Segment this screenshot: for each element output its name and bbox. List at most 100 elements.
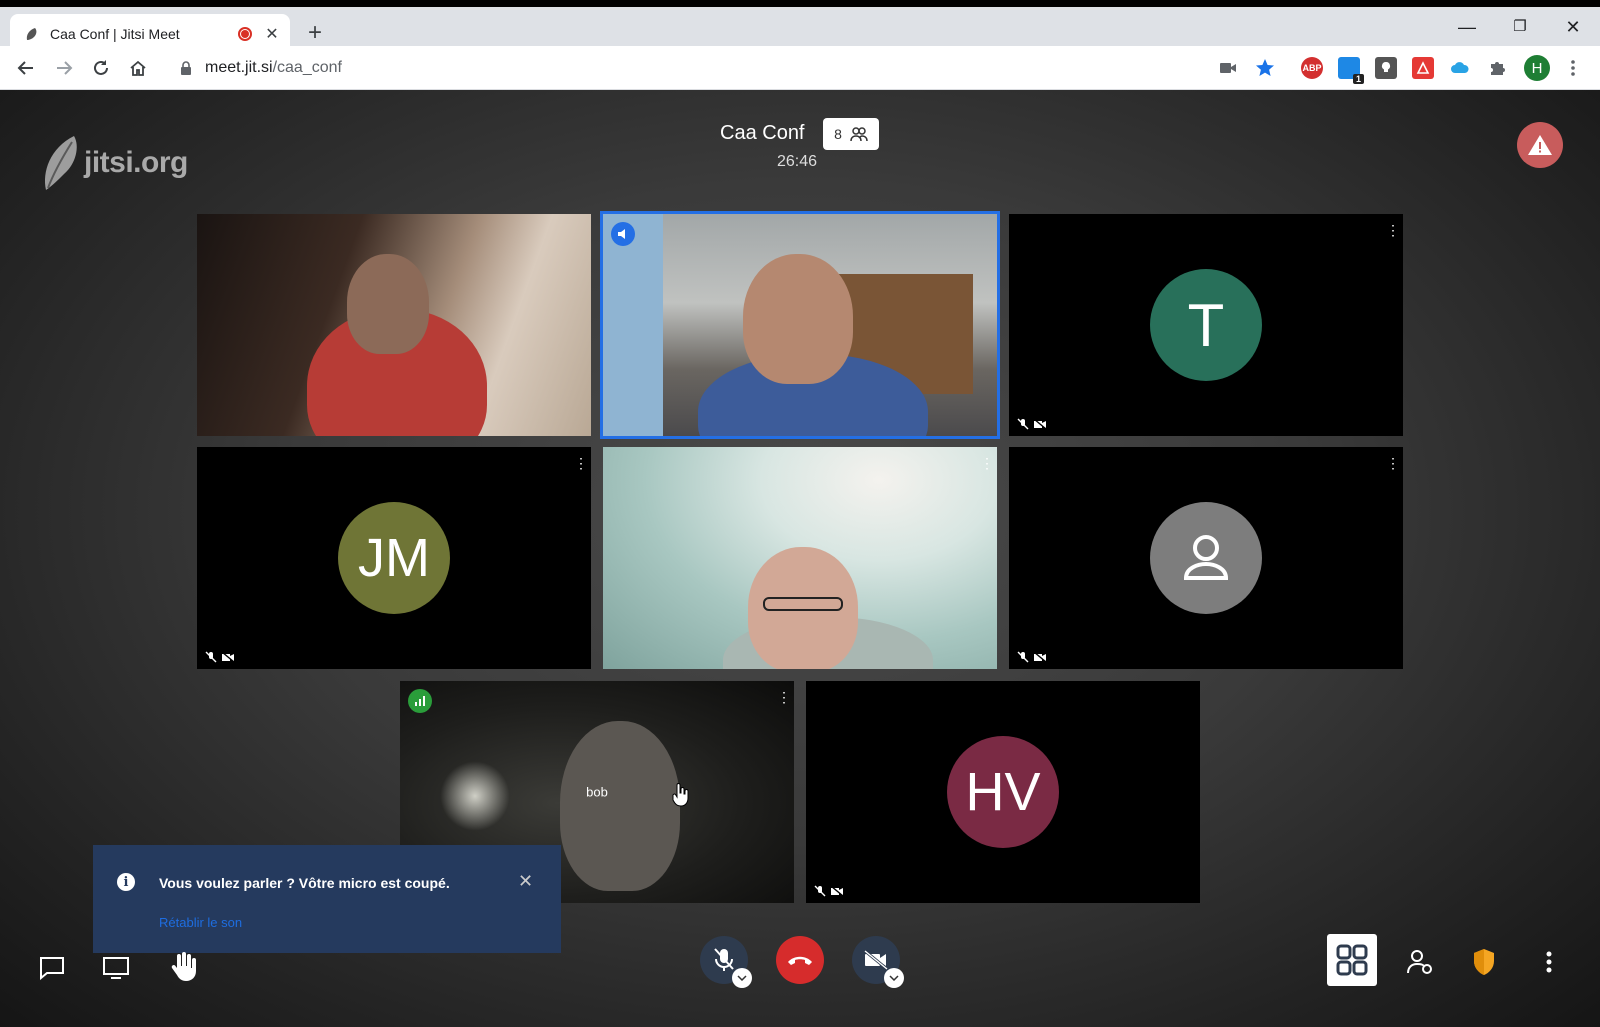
mic-muted-icon bbox=[814, 885, 826, 897]
hangup-button[interactable] bbox=[776, 936, 824, 984]
browser-titlebar: Caa Conf | Jitsi Meet ✕ + — ❐ ✕ bbox=[0, 0, 1600, 53]
raise-hand-icon bbox=[171, 952, 196, 981]
participant-tile-3[interactable]: T ⋮ bbox=[1009, 214, 1403, 436]
tile-menu-icon[interactable]: ⋮ bbox=[980, 455, 994, 472]
security-options-button[interactable] bbox=[1468, 946, 1500, 978]
tile-view-button[interactable] bbox=[1327, 934, 1377, 986]
tile-menu-icon[interactable]: ⋮ bbox=[777, 689, 791, 706]
security-warning-button[interactable] bbox=[1517, 122, 1563, 168]
lamp-glow bbox=[440, 761, 510, 831]
display-name[interactable]: bob bbox=[586, 785, 608, 800]
toggle-camera-button[interactable] bbox=[852, 936, 904, 988]
tab-title: Caa Conf | Jitsi Meet bbox=[50, 25, 180, 42]
camera-off-icon bbox=[1033, 651, 1047, 663]
participant-tile-5[interactable]: ⋮ bbox=[603, 447, 997, 669]
tile-menu-icon[interactable]: ⋮ bbox=[574, 455, 588, 472]
video-options-chevron-icon[interactable] bbox=[884, 968, 904, 988]
jitsi-favicon-icon bbox=[26, 27, 37, 40]
jitsi-logo[interactable]: jitsi.org bbox=[40, 132, 188, 194]
tile-menu-icon[interactable]: ⋮ bbox=[1386, 222, 1400, 239]
tile-status-icons bbox=[1017, 651, 1047, 663]
bookmark-star-icon[interactable] bbox=[1254, 57, 1276, 79]
minimize-window-button[interactable]: — bbox=[1452, 17, 1482, 38]
ghostery-extension-icon[interactable]: 1 bbox=[1338, 57, 1364, 84]
unmute-link[interactable]: Rétablir le son bbox=[159, 915, 242, 930]
home-icon bbox=[130, 60, 146, 76]
tile-status-icons bbox=[814, 885, 844, 897]
dominant-speaker-badge bbox=[611, 222, 635, 246]
add-person-icon bbox=[1407, 950, 1432, 974]
camera-off-icon bbox=[1033, 418, 1047, 430]
cloud-extension-icon[interactable] bbox=[1449, 57, 1471, 79]
participant-tile-4[interactable]: JM ⋮ bbox=[197, 447, 591, 669]
camera-off-icon bbox=[864, 950, 888, 970]
shield-icon bbox=[1474, 949, 1494, 975]
mic-muted-icon bbox=[1017, 418, 1029, 430]
extension-badge: 1 bbox=[1352, 74, 1364, 84]
profile-avatar[interactable]: H bbox=[1524, 55, 1550, 81]
audio-options-chevron-icon[interactable] bbox=[732, 968, 752, 988]
person-icon bbox=[1183, 535, 1229, 580]
tile-menu-icon[interactable]: ⋮ bbox=[1386, 455, 1400, 472]
camera-off-icon bbox=[221, 651, 235, 663]
participant-tile-8[interactable]: HV bbox=[806, 681, 1200, 903]
avatar-initials: T bbox=[1150, 269, 1262, 381]
muted-notification: i Vous voulez parler ? Vôtre micro est c… bbox=[93, 845, 561, 953]
mic-muted-icon bbox=[205, 651, 217, 663]
default-avatar bbox=[1150, 502, 1262, 614]
mic-muted-icon bbox=[1017, 651, 1029, 663]
participant-face bbox=[743, 254, 853, 384]
chat-button[interactable] bbox=[36, 952, 68, 984]
screen-share-button[interactable] bbox=[100, 952, 132, 984]
participants-icon bbox=[850, 127, 868, 142]
curtain bbox=[603, 214, 663, 436]
camera-off-icon bbox=[830, 885, 844, 897]
signal-bars-icon bbox=[415, 696, 425, 706]
speaker-icon bbox=[618, 229, 625, 239]
conference-timer: 26:46 bbox=[777, 153, 818, 170]
close-window-button[interactable]: ✕ bbox=[1558, 17, 1588, 38]
reload-button[interactable] bbox=[89, 56, 113, 80]
notification-message: Vous voulez parler ? Vôtre micro est cou… bbox=[159, 875, 450, 891]
forward-button[interactable] bbox=[52, 56, 76, 80]
mute-mic-button[interactable] bbox=[700, 936, 752, 988]
chat-bubble-icon bbox=[40, 957, 64, 981]
tile-status-icons bbox=[205, 651, 235, 663]
participant-tile-2[interactable] bbox=[603, 214, 997, 436]
pdf-extension-icon[interactable] bbox=[1412, 57, 1434, 79]
conference-title: Caa Conf bbox=[720, 122, 805, 144]
new-tab-button[interactable]: + bbox=[303, 19, 327, 47]
home-button[interactable] bbox=[126, 56, 150, 80]
raise-hand-button[interactable] bbox=[166, 950, 200, 984]
browser-menu-icon[interactable] bbox=[1562, 57, 1584, 79]
reload-icon bbox=[94, 60, 108, 75]
adblock-plus-icon[interactable]: ABP bbox=[1301, 57, 1323, 79]
keep-extension-icon[interactable] bbox=[1375, 57, 1397, 79]
recording-indicator-icon bbox=[238, 26, 252, 41]
url-text: meet.jit.si/caa_conf bbox=[205, 59, 342, 76]
warning-triangle-icon bbox=[1528, 135, 1552, 155]
close-tab-icon[interactable]: ✕ bbox=[264, 24, 280, 44]
back-button[interactable] bbox=[14, 56, 38, 80]
invite-button[interactable] bbox=[1404, 946, 1436, 978]
more-actions-button[interactable] bbox=[1537, 946, 1561, 978]
mic-off-icon bbox=[714, 948, 734, 971]
lock-icon bbox=[181, 61, 191, 75]
meeting-stage: jitsi.org Caa Conf 8 26:46 T ⋮ JM ⋮ ⋮ ⋮ … bbox=[0, 90, 1600, 1027]
forward-arrow-icon bbox=[57, 61, 73, 75]
address-bar[interactable]: meet.jit.si/caa_conf bbox=[165, 50, 1275, 86]
participant-video bbox=[560, 721, 680, 891]
participant-count-button[interactable]: 8 bbox=[823, 118, 879, 150]
logo-text: jitsi.org bbox=[84, 146, 188, 179]
hangup-phone-icon bbox=[788, 956, 812, 965]
avatar-initials: HV bbox=[947, 736, 1059, 848]
extensions-puzzle-icon[interactable] bbox=[1486, 57, 1508, 79]
restore-window-button[interactable]: ❐ bbox=[1505, 17, 1535, 35]
participant-tile-1[interactable] bbox=[197, 214, 591, 436]
browser-toolbar: meet.jit.si/caa_conf ABP 1 H bbox=[0, 46, 1600, 90]
participant-tile-6[interactable]: ⋮ bbox=[1009, 447, 1403, 669]
more-vertical-icon bbox=[1546, 951, 1552, 973]
camera-permission-icon[interactable] bbox=[1217, 57, 1239, 79]
hand-cursor-icon bbox=[672, 783, 689, 807]
close-notification-button[interactable]: ✕ bbox=[518, 871, 533, 892]
